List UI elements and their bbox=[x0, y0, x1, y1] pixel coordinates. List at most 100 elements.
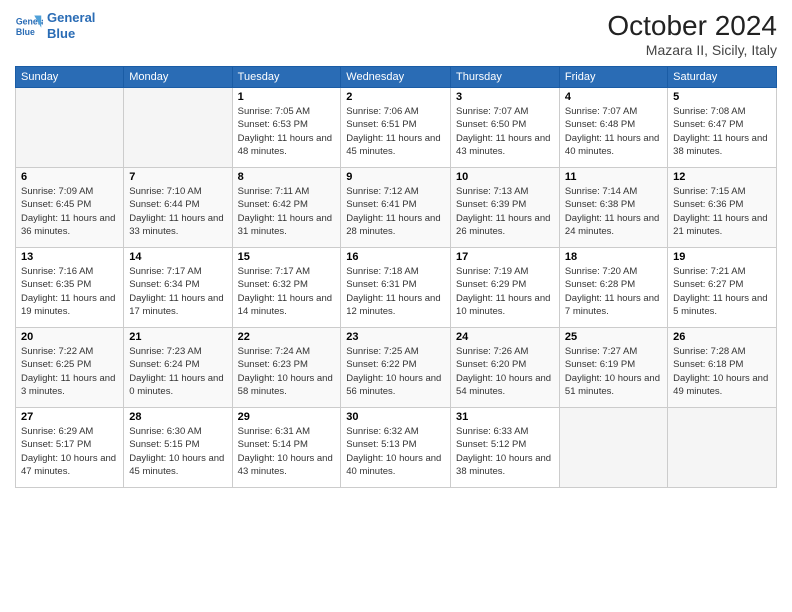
calendar-cell: 13 Sunrise: 7:16 AM Sunset: 6:35 PM Dayli… bbox=[16, 248, 124, 328]
weekday-header: Monday bbox=[124, 67, 232, 88]
day-number: 5 bbox=[673, 91, 771, 103]
calendar-cell: 8 Sunrise: 7:11 AM Sunset: 6:42 PM Daylig… bbox=[232, 168, 341, 248]
weekday-header: Wednesday bbox=[341, 67, 451, 88]
calendar-cell: 5 Sunrise: 7:08 AM Sunset: 6:47 PM Daylig… bbox=[668, 88, 777, 168]
calendar-cell: 21Sunrise: 7:23 AM Sunset: 6:24 PM Dayli… bbox=[124, 328, 232, 408]
day-info: Sunrise: 7:06 AM Sunset: 6:51 PM Dayligh… bbox=[346, 105, 445, 158]
weekday-header: Tuesday bbox=[232, 67, 341, 88]
day-info: Sunrise: 7:27 AM Sunset: 6:19 PM Dayligh… bbox=[565, 345, 662, 398]
day-number: 29 bbox=[238, 411, 336, 423]
calendar-cell: 26 Sunrise: 7:28 AM Sunset: 6:18 PM Dayli… bbox=[668, 328, 777, 408]
calendar-cell: 11 Sunrise: 7:14 AM Sunset: 6:38 PM Dayli… bbox=[559, 168, 667, 248]
day-info: Sunrise: 7:07 AM Sunset: 6:50 PM Dayligh… bbox=[456, 105, 554, 158]
calendar-cell: 20 Sunrise: 7:22 AM Sunset: 6:25 PM Dayli… bbox=[16, 328, 124, 408]
page: General Blue General Blue October 2024 M… bbox=[0, 0, 792, 612]
day-number: 11 bbox=[565, 171, 662, 183]
calendar-cell: 1Sunrise: 7:05 AM Sunset: 6:53 PM Daylig… bbox=[232, 88, 341, 168]
day-info: Sunrise: 7:08 AM Sunset: 6:47 PM Dayligh… bbox=[673, 105, 771, 158]
day-info: Sunrise: 7:11 AM Sunset: 6:42 PM Dayligh… bbox=[238, 185, 336, 238]
calendar-cell: 23 Sunrise: 7:25 AM Sunset: 6:22 PM Dayli… bbox=[341, 328, 451, 408]
calendar-cell: 17 Sunrise: 7:19 AM Sunset: 6:29 PM Dayli… bbox=[451, 248, 560, 328]
day-info: Sunrise: 7:17 AM Sunset: 6:34 PM Dayligh… bbox=[129, 265, 226, 318]
calendar-cell: 2 Sunrise: 7:06 AM Sunset: 6:51 PM Daylig… bbox=[341, 88, 451, 168]
day-info: Sunrise: 7:10 AM Sunset: 6:44 PM Dayligh… bbox=[129, 185, 226, 238]
day-number: 20 bbox=[21, 331, 118, 343]
logo-text: General Blue bbox=[47, 10, 95, 41]
day-number: 18 bbox=[565, 251, 662, 263]
calendar-cell: 15Sunrise: 7:17 AM Sunset: 6:32 PM Dayli… bbox=[232, 248, 341, 328]
day-number: 9 bbox=[346, 171, 445, 183]
day-info: Sunrise: 7:24 AM Sunset: 6:23 PM Dayligh… bbox=[238, 345, 336, 398]
day-info: Sunrise: 7:09 AM Sunset: 6:45 PM Dayligh… bbox=[21, 185, 118, 238]
day-number: 26 bbox=[673, 331, 771, 343]
calendar-cell: 16 Sunrise: 7:18 AM Sunset: 6:31 PM Dayli… bbox=[341, 248, 451, 328]
weekday-header: Sunday bbox=[16, 67, 124, 88]
day-info: Sunrise: 7:22 AM Sunset: 6:25 PM Dayligh… bbox=[21, 345, 118, 398]
calendar-cell bbox=[559, 408, 667, 488]
day-info: Sunrise: 7:26 AM Sunset: 6:20 PM Dayligh… bbox=[456, 345, 554, 398]
day-number: 25 bbox=[565, 331, 662, 343]
day-number: 28 bbox=[129, 411, 226, 423]
day-info: Sunrise: 7:07 AM Sunset: 6:48 PM Dayligh… bbox=[565, 105, 662, 158]
day-number: 13 bbox=[21, 251, 118, 263]
logo-icon: General Blue bbox=[15, 12, 43, 40]
calendar-cell: 29 Sunrise: 6:31 AM Sunset: 5:14 PM Dayli… bbox=[232, 408, 341, 488]
day-number: 3 bbox=[456, 91, 554, 103]
day-number: 2 bbox=[346, 91, 445, 103]
calendar-cell: 6 Sunrise: 7:09 AM Sunset: 6:45 PM Daylig… bbox=[16, 168, 124, 248]
logo-blue: Blue bbox=[47, 26, 75, 41]
calendar-cell: 10 Sunrise: 7:13 AM Sunset: 6:39 PM Dayli… bbox=[451, 168, 560, 248]
weekday-header: Thursday bbox=[451, 67, 560, 88]
header: General Blue General Blue October 2024 M… bbox=[15, 10, 777, 58]
calendar-cell: 25 Sunrise: 7:27 AM Sunset: 6:19 PM Dayli… bbox=[559, 328, 667, 408]
day-number: 16 bbox=[346, 251, 445, 263]
day-info: Sunrise: 7:13 AM Sunset: 6:39 PM Dayligh… bbox=[456, 185, 554, 238]
calendar-table: SundayMondayTuesdayWednesdayThursdayFrid… bbox=[15, 66, 777, 488]
logo-general: General bbox=[47, 10, 95, 25]
svg-text:Blue: Blue bbox=[16, 26, 35, 36]
calendar-cell: 3 Sunrise: 7:07 AM Sunset: 6:50 PM Daylig… bbox=[451, 88, 560, 168]
calendar-cell: 12 Sunrise: 7:15 AM Sunset: 6:36 PM Dayli… bbox=[668, 168, 777, 248]
weekday-header: Saturday bbox=[668, 67, 777, 88]
calendar-cell: 18 Sunrise: 7:20 AM Sunset: 6:28 PM Dayli… bbox=[559, 248, 667, 328]
day-info: Sunrise: 7:15 AM Sunset: 6:36 PM Dayligh… bbox=[673, 185, 771, 238]
calendar-cell: 19Sunrise: 7:21 AM Sunset: 6:27 PM Dayli… bbox=[668, 248, 777, 328]
calendar-cell bbox=[124, 88, 232, 168]
day-info: Sunrise: 7:18 AM Sunset: 6:31 PM Dayligh… bbox=[346, 265, 445, 318]
calendar-cell: 7 Sunrise: 7:10 AM Sunset: 6:44 PM Daylig… bbox=[124, 168, 232, 248]
day-info: Sunrise: 7:20 AM Sunset: 6:28 PM Dayligh… bbox=[565, 265, 662, 318]
day-number: 30 bbox=[346, 411, 445, 423]
logo: General Blue General Blue bbox=[15, 10, 95, 41]
location: Mazara II, Sicily, Italy bbox=[607, 42, 777, 58]
day-info: Sunrise: 7:17 AM Sunset: 6:32 PM Dayligh… bbox=[238, 265, 336, 318]
day-number: 12 bbox=[673, 171, 771, 183]
day-number: 8 bbox=[238, 171, 336, 183]
day-info: Sunrise: 6:32 AM Sunset: 5:13 PM Dayligh… bbox=[346, 425, 445, 478]
day-number: 17 bbox=[456, 251, 554, 263]
calendar-cell: 27Sunrise: 6:29 AM Sunset: 5:17 PM Dayli… bbox=[16, 408, 124, 488]
day-number: 4 bbox=[565, 91, 662, 103]
weekday-header: Friday bbox=[559, 67, 667, 88]
calendar-cell bbox=[16, 88, 124, 168]
day-info: Sunrise: 7:12 AM Sunset: 6:41 PM Dayligh… bbox=[346, 185, 445, 238]
day-info: Sunrise: 7:14 AM Sunset: 6:38 PM Dayligh… bbox=[565, 185, 662, 238]
day-info: Sunrise: 7:25 AM Sunset: 6:22 PM Dayligh… bbox=[346, 345, 445, 398]
day-info: Sunrise: 7:19 AM Sunset: 6:29 PM Dayligh… bbox=[456, 265, 554, 318]
day-number: 24 bbox=[456, 331, 554, 343]
day-number: 23 bbox=[346, 331, 445, 343]
day-info: Sunrise: 7:28 AM Sunset: 6:18 PM Dayligh… bbox=[673, 345, 771, 398]
day-number: 6 bbox=[21, 171, 118, 183]
day-number: 10 bbox=[456, 171, 554, 183]
calendar-header-row: SundayMondayTuesdayWednesdayThursdayFrid… bbox=[16, 67, 777, 88]
day-info: Sunrise: 6:31 AM Sunset: 5:14 PM Dayligh… bbox=[238, 425, 336, 478]
day-info: Sunrise: 7:16 AM Sunset: 6:35 PM Dayligh… bbox=[21, 265, 118, 318]
day-number: 7 bbox=[129, 171, 226, 183]
calendar-cell: 30 Sunrise: 6:32 AM Sunset: 5:13 PM Dayli… bbox=[341, 408, 451, 488]
day-number: 27 bbox=[21, 411, 118, 423]
calendar-cell: 22Sunrise: 7:24 AM Sunset: 6:23 PM Dayli… bbox=[232, 328, 341, 408]
day-info: Sunrise: 7:23 AM Sunset: 6:24 PM Dayligh… bbox=[129, 345, 226, 398]
calendar-cell: 31Sunrise: 6:33 AM Sunset: 5:12 PM Dayli… bbox=[451, 408, 560, 488]
day-number: 14 bbox=[129, 251, 226, 263]
calendar-cell bbox=[668, 408, 777, 488]
calendar-cell: 28Sunrise: 6:30 AM Sunset: 5:15 PM Dayli… bbox=[124, 408, 232, 488]
